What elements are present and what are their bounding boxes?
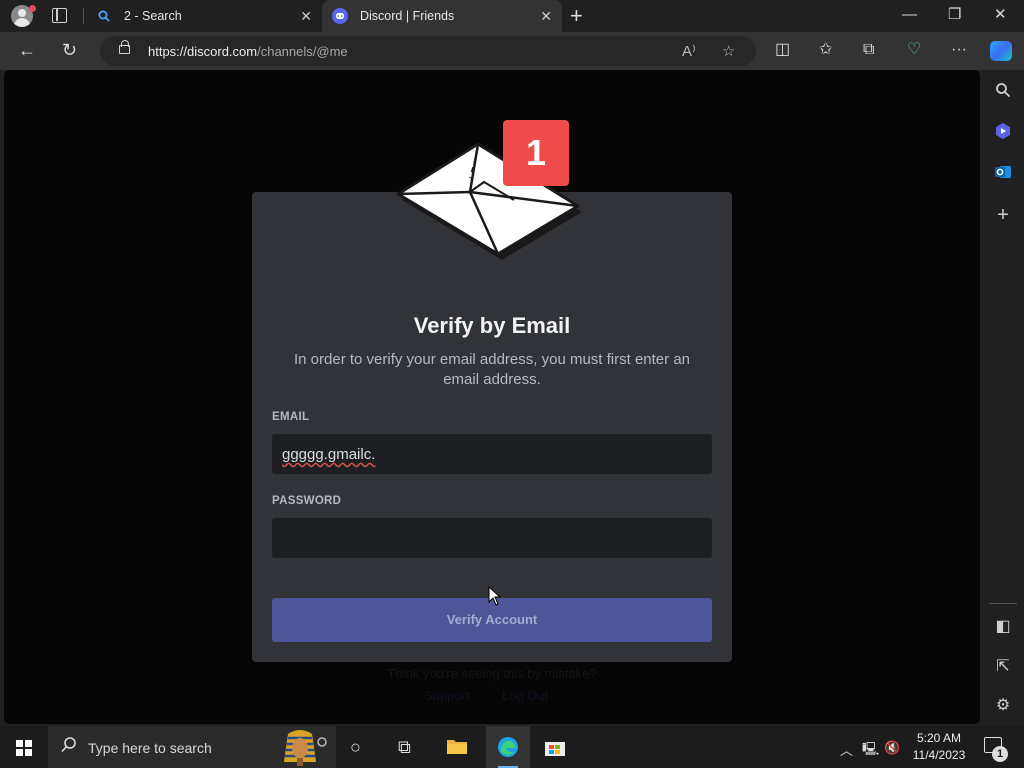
support-logout-links: Support Log Out xyxy=(424,688,548,703)
collections-icon[interactable]: ⧉ xyxy=(863,41,874,59)
read-aloud-icon[interactable]: A⁾ xyxy=(682,42,696,60)
search-highlight-pharaoh-icon xyxy=(284,730,327,766)
email-value: ggggg.gmailc. xyxy=(282,446,376,463)
split-screen-icon[interactable]: ◫ xyxy=(775,41,790,59)
search-icon[interactable] xyxy=(993,82,1013,103)
favorite-star-icon[interactable]: ☆ xyxy=(722,42,735,60)
password-field[interactable] xyxy=(272,518,712,558)
microsoft-store-icon[interactable] xyxy=(544,737,566,761)
clock-time: 5:20 AM xyxy=(916,731,962,745)
search-icon xyxy=(96,8,112,24)
edge-sidebar: + ◧ ⇱ ⚙ xyxy=(981,70,1024,726)
tab-actions-icon[interactable] xyxy=(52,8,67,23)
email-label: EMAIL xyxy=(272,411,310,423)
search-placeholder: Type here to search xyxy=(88,740,212,756)
sidebar-divider xyxy=(989,603,1017,604)
windows-start-icon[interactable] xyxy=(16,740,32,756)
mouse-cursor-icon xyxy=(488,586,502,606)
lock-icon xyxy=(119,40,130,54)
task-view-icon[interactable]: ⧉ xyxy=(398,737,411,757)
address-bar[interactable]: https://discord.com/channels/@me A⁾ ☆ xyxy=(100,36,756,66)
close-window-icon[interactable]: ✕ xyxy=(994,6,1007,24)
tab-discord[interactable]: Discord | Friends ✕ xyxy=(322,0,562,32)
volume-muted-icon[interactable]: 🔇 xyxy=(884,740,900,756)
edge-icon xyxy=(498,737,518,757)
browser-title-bar: 2 - Search ✕ Discord | Friends ✕ + — ❐ ✕ xyxy=(0,0,1024,32)
new-tab-icon[interactable]: + xyxy=(570,5,583,27)
close-tab-icon[interactable]: ✕ xyxy=(300,9,312,23)
tab-label: Discord | Friends xyxy=(360,9,455,23)
profile-notification-dot xyxy=(29,5,36,12)
support-link[interactable]: Support xyxy=(424,688,470,703)
refresh-icon[interactable]: ↻ xyxy=(62,40,77,60)
hide-sidebar-icon[interactable]: ◧ xyxy=(993,618,1013,636)
open-external-icon[interactable]: ⇱ xyxy=(993,658,1013,676)
system-clock[interactable]: 5:20 AM 11/4/2023 xyxy=(904,730,974,764)
password-label: PASSWORD xyxy=(272,495,342,507)
windows-taskbar: Type here to search ○ ⧉ ︿ 🖳 🔇 5:20 AM 11… xyxy=(0,726,1024,768)
restore-icon[interactable]: ❐ xyxy=(948,6,961,24)
show-hidden-icons-chevron-icon[interactable]: ︿ xyxy=(840,740,853,759)
more-options-icon[interactable]: ··· xyxy=(951,41,967,59)
settings-gear-icon[interactable]: ⚙ xyxy=(993,697,1013,715)
copilot-sidebar-icon[interactable] xyxy=(993,122,1013,145)
notification-badge: 1 xyxy=(503,120,569,186)
tab-label: 2 - Search xyxy=(124,9,182,23)
modal-title: Verify by Email xyxy=(413,313,571,338)
email-field[interactable]: ggggg.gmailc. xyxy=(272,434,712,474)
clock-date: 11/4/2023 xyxy=(912,748,966,762)
modal-description: In order to verify your email address, y… xyxy=(294,351,690,388)
tab-search[interactable]: 2 - Search ✕ xyxy=(86,0,322,32)
close-tab-icon[interactable]: ✕ xyxy=(540,9,552,23)
browser-essentials-icon[interactable]: ♡ xyxy=(907,41,921,59)
url-text: https://discord.com/channels/@me xyxy=(148,44,348,59)
outlook-icon[interactable] xyxy=(993,163,1013,186)
discord-icon xyxy=(332,8,348,24)
file-explorer-icon[interactable] xyxy=(446,737,468,759)
back-icon[interactable]: ← xyxy=(18,40,36,60)
logout-link[interactable]: Log Out xyxy=(502,688,548,703)
add-sidebar-app-icon[interactable]: + xyxy=(993,205,1013,225)
edge-taskbar-active[interactable] xyxy=(486,726,530,768)
minimize-icon[interactable]: — xyxy=(902,6,917,24)
favorites-icon[interactable]: ✩ xyxy=(819,41,832,59)
copilot-icon[interactable] xyxy=(990,41,1012,61)
tab-divider xyxy=(83,8,84,24)
search-icon xyxy=(61,737,76,753)
cortana-icon[interactable]: ○ xyxy=(350,737,361,757)
network-icon[interactable]: 🖳 xyxy=(862,740,879,762)
web-page-content: Think you're seeing this by mistake? Sup… xyxy=(4,70,980,724)
taskbar-search-box[interactable]: Type here to search xyxy=(48,726,336,768)
browser-toolbar: ← ↻ https://discord.com/channels/@me A⁾ … xyxy=(0,32,1024,70)
notification-count-badge: 1 xyxy=(992,746,1008,762)
mistake-text: Think you're seeing this by mistake? xyxy=(387,666,597,681)
